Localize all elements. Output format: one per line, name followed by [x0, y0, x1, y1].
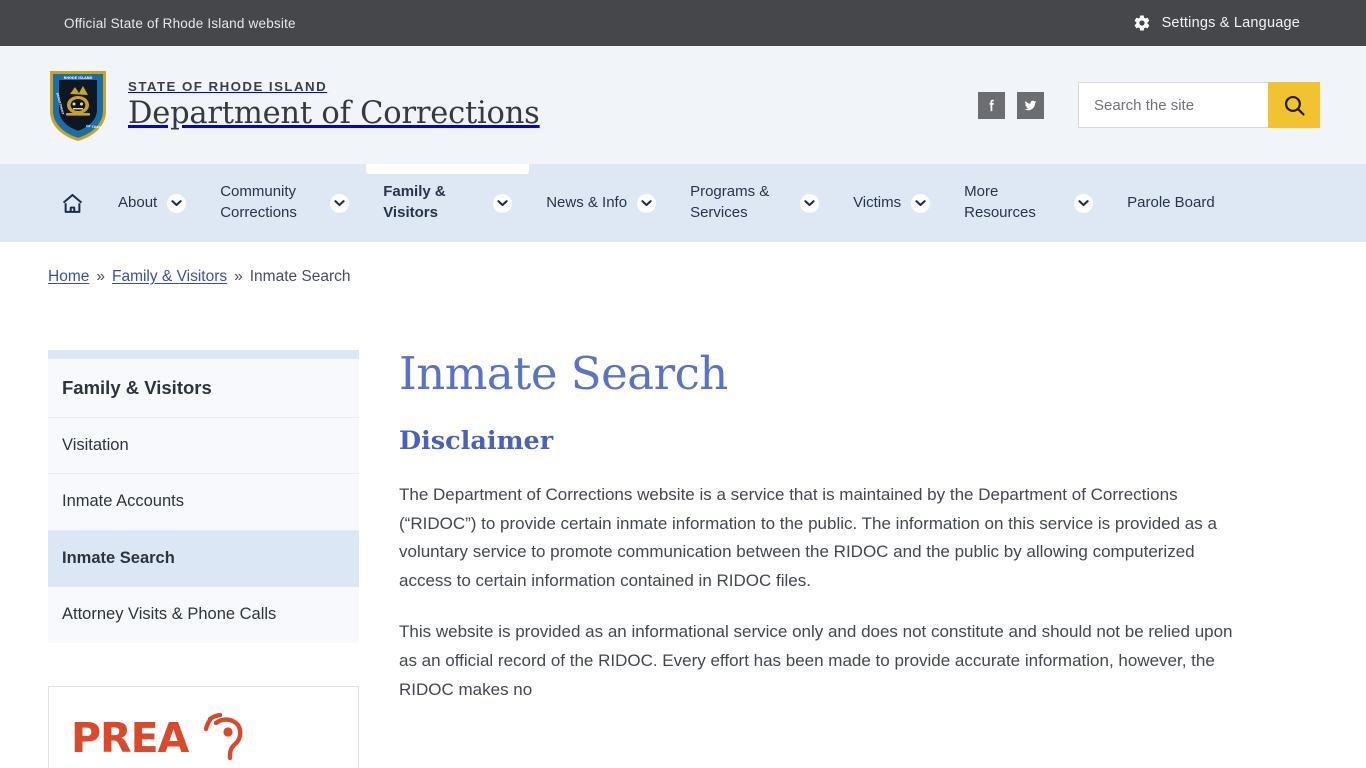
nav-item-label: News & Info [546, 193, 628, 211]
nav-item-label: About [118, 193, 158, 211]
nav-item-community-corrections[interactable]: Community Corrections [203, 164, 366, 242]
chevron-down-icon [800, 193, 820, 213]
disclaimer-paragraph: The Department of Corrections website is… [399, 484, 1217, 591]
sidebar-heading: Family & Visitors [48, 359, 359, 419]
breadcrumb-item[interactable]: Home [48, 268, 89, 286]
brand-title: Department of Corrections [128, 96, 540, 132]
official-site-notice: Official State of Rhode Island website [64, 15, 296, 31]
breadcrumb-item: Inmate Search [249, 268, 351, 285]
chevron-down-icon [911, 193, 931, 213]
chevron-down-icon [1074, 193, 1094, 213]
sidebar-item-attorney-visits-phone-calls[interactable]: Attorney Visits & Phone Calls [48, 587, 359, 642]
nav-item-label: Parole Board [1127, 193, 1215, 211]
nav-item-label: Programs & Services [690, 183, 770, 221]
site-search [1078, 82, 1320, 128]
sidebar-item-inmate-accounts[interactable]: Inmate Accounts [48, 474, 359, 531]
facebook-icon[interactable] [978, 91, 1005, 119]
search-input[interactable] [1078, 82, 1268, 128]
site-logo-link[interactable]: RHODE ISLAND DEPARTMENT OF CORRECTIONS S… [46, 67, 540, 143]
section-navigation: Family & Visitors Visitation Inmate Accou… [48, 350, 359, 643]
nav-item-label: Family & Visitors [383, 183, 446, 221]
site-header: RHODE ISLAND DEPARTMENT OF CORRECTIONS S… [0, 46, 1366, 164]
search-icon [1282, 93, 1307, 118]
page-title: Inmate Search [399, 347, 728, 400]
search-submit-button[interactable] [1268, 82, 1320, 128]
header-right-tools [978, 82, 1320, 128]
main-content: Inmate Search Disclaimer The Department … [399, 350, 1318, 768]
settings-language-button[interactable]: Settings & Language [1133, 14, 1300, 32]
nav-item-parole-board[interactable]: Parole Board [1110, 164, 1232, 242]
page-body: Family & Visitors Visitation Inmate Accou… [0, 286, 1366, 768]
main-navigation: About Community Corrections Family & Visit… [0, 164, 1366, 242]
twitter-icon[interactable] [1017, 91, 1044, 119]
chevron-down-icon [493, 193, 513, 213]
nav-item-label: Community Corrections [220, 183, 297, 221]
prea-promo-card[interactable]: PREA [48, 685, 359, 768]
svg-text:RHODE ISLAND: RHODE ISLAND [64, 76, 93, 80]
nav-item-family-visitors[interactable]: Family & Visitors [366, 164, 530, 242]
disclaimer-paragraph: This website is provided as an informati… [399, 622, 1233, 700]
social-links [978, 91, 1044, 119]
utility-bar: Official State of Rhode Island website S… [0, 0, 1366, 46]
breadcrumb-item[interactable]: Family & Visitors [112, 268, 227, 286]
nav-item-victims[interactable]: Victims [836, 164, 947, 242]
nav-item-programs-services[interactable]: Programs & Services [673, 164, 836, 242]
nav-item-label: Victims [853, 193, 902, 211]
chevron-down-icon [637, 193, 657, 213]
breadcrumb: Home » Family & Visitors » Inmate Search [0, 242, 1366, 286]
chevron-down-icon [330, 193, 350, 213]
chevron-down-icon [167, 193, 187, 213]
breadcrumb-separator: » [234, 268, 243, 285]
home-icon [60, 191, 85, 216]
nav-item-label: More Resources [964, 183, 1036, 221]
breadcrumb-separator: » [96, 268, 105, 285]
ear-listening-icon [204, 712, 250, 765]
brand-eyebrow: STATE OF RHODE ISLAND [128, 79, 328, 95]
sidebar-top-accent [48, 350, 359, 359]
sidebar: Family & Visitors Visitation Inmate Accou… [48, 350, 359, 768]
ridoc-badge-icon: RHODE ISLAND DEPARTMENT OF CORRECTIONS [46, 67, 110, 143]
disclaimer-heading: Disclaimer [399, 425, 554, 456]
sidebar-item-inmate-search[interactable]: Inmate Search [48, 530, 359, 588]
nav-item-more-resources[interactable]: More Resources [947, 164, 1110, 242]
nav-item-about[interactable]: About [101, 164, 203, 242]
sidebar-item-visitation[interactable]: Visitation [48, 418, 359, 475]
settings-language-label: Settings & Language [1161, 15, 1300, 31]
nav-item-news-info[interactable]: News & Info [529, 164, 673, 242]
gear-icon [1133, 14, 1151, 32]
prea-logo-text: PREA [71, 713, 189, 762]
nav-item-home[interactable] [52, 164, 101, 242]
